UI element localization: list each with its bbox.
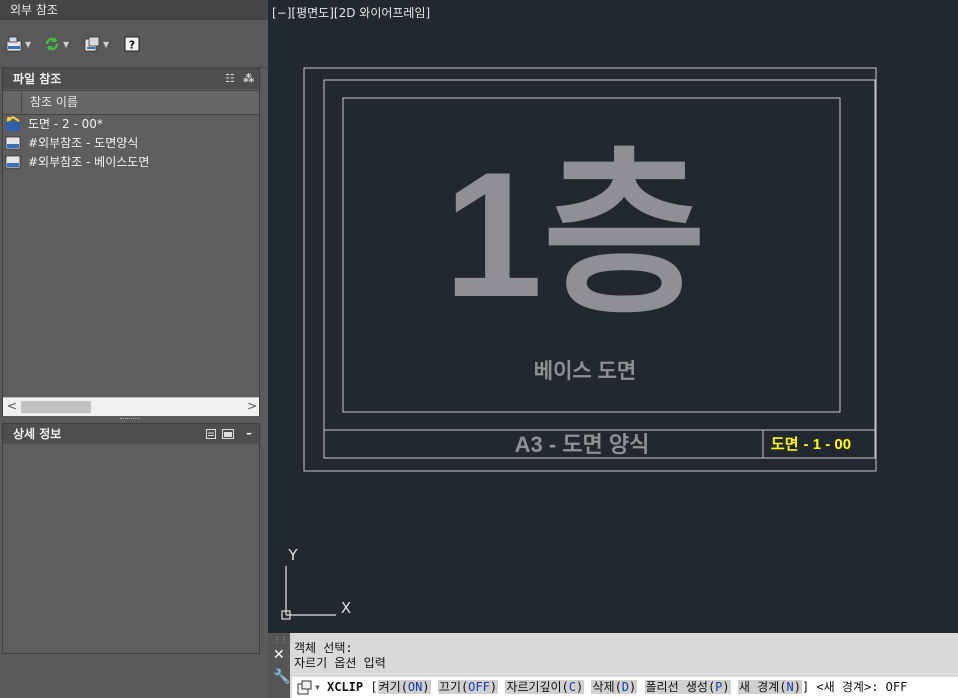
ucs-icon: Y X xyxy=(281,546,351,620)
command-line[interactable]: ▼ XCLIP [켜기(ON) 끄기(OFF) 자르기깊이(C) 삭제(D) 폴… xyxy=(292,677,958,698)
option-key: P xyxy=(715,680,723,694)
grip-icon[interactable]: ⋮⋮⋮ xyxy=(273,635,295,644)
splitter-grip xyxy=(120,418,140,422)
details-panel: 상세 정보 – xyxy=(2,423,260,654)
sheet-number-label: 도면 xyxy=(771,436,799,453)
command-history: 객체 선택: 자르기 옵션 입력 xyxy=(294,641,386,671)
svg-text:?: ? xyxy=(129,39,135,52)
chevron-down-icon[interactable]: ▼ xyxy=(25,40,31,49)
option-label: 켜기 xyxy=(378,680,401,694)
file-references-title: 파일 참조 xyxy=(13,72,62,86)
close-icon[interactable]: ✕ xyxy=(273,647,285,663)
open-bracket: [ xyxy=(370,680,378,694)
refresh-button[interactable]: ▼ xyxy=(44,35,69,53)
reference-item-label: #외부참조 - 베이스도면 xyxy=(28,155,150,169)
scrollbar-thumb[interactable] xyxy=(21,401,91,413)
tree-view-icon[interactable]: ⁂ xyxy=(243,69,254,89)
refresh-icon xyxy=(45,37,59,51)
column-header-label: 참조 이름 xyxy=(21,91,260,114)
dwg-file-icon xyxy=(5,136,21,150)
option-off[interactable]: 끄기(OFF) xyxy=(437,680,499,694)
scroll-right-icon[interactable]: > xyxy=(247,399,257,413)
option-label: 끄기 xyxy=(438,680,461,694)
sheet-number-value: - 1 - 00 xyxy=(804,436,852,453)
palette-toolbar: ▼ ▼ ▼ ? xyxy=(0,21,268,68)
drawing-subtitle: 베이스 도면 xyxy=(534,360,636,383)
panel-splitter[interactable] xyxy=(0,416,268,423)
file-references-panel: 파일 참조 ☷ ⁂ 참조 이름 도면 - 2 - 00* #외부참조 - 도면양… xyxy=(2,68,260,417)
option-label: 자르기깊이 xyxy=(506,680,562,694)
option-label: 새 경계 xyxy=(738,680,780,694)
option-key: OFF xyxy=(468,680,490,694)
chevron-down-icon[interactable]: ▼ xyxy=(63,40,69,49)
prompt-command-name: XCLIP xyxy=(327,680,364,694)
option-new-boundary[interactable]: 새 경계(N) xyxy=(737,680,802,694)
option-label: 폴리선 생성 xyxy=(645,680,708,694)
help-icon: ? xyxy=(124,36,140,52)
dwg-file-icon xyxy=(5,155,21,169)
attach-dwg-icon xyxy=(6,36,22,52)
option-on[interactable]: 켜기(ON) xyxy=(377,680,431,694)
help-button[interactable]: ? xyxy=(124,35,140,53)
option-label: 삭제 xyxy=(592,680,615,694)
reference-item-label: 도면 - 2 - 00* xyxy=(28,117,103,131)
change-path-button[interactable]: ▼ xyxy=(84,35,109,53)
option-polyline[interactable]: 폴리선 생성(P) xyxy=(644,680,731,694)
list-view-icon[interactable]: ☷ xyxy=(225,69,235,89)
external-references-palette: 외부 참조 ▼ ▼ ▼ ? 파일 참조 ☷ ⁂ 참조 이름 도면 - 2 - 0… xyxy=(0,0,268,698)
reference-item-label: #외부참조 - 도면양식 xyxy=(28,136,139,150)
sheet-number: 도면 - 1 - 00 xyxy=(771,436,851,453)
option-key: ON xyxy=(407,680,423,694)
drawing-canvas[interactable]: 1층 베이스 도면 A3 - 도면 양식 도면 - 1 - 00 Y X xyxy=(268,0,958,633)
chevron-down-icon[interactable]: ▼ xyxy=(315,677,320,698)
default-prompt: <새 경계>: xyxy=(816,680,879,694)
history-line: 자르기 옵션 입력 xyxy=(294,656,386,670)
palette-title-bar[interactable]: 외부 참조 xyxy=(0,0,268,20)
option-key: C xyxy=(568,680,576,694)
title-block-text: A3 - 도면 양식 xyxy=(515,432,650,457)
change-path-icon xyxy=(84,36,100,52)
scroll-left-icon[interactable]: < xyxy=(7,399,17,413)
collapse-icon[interactable]: – xyxy=(246,423,252,443)
option-delete[interactable]: 삭제(D) xyxy=(591,680,638,694)
ucs-y-label: Y xyxy=(287,546,298,564)
xclip-command-icon[interactable] xyxy=(297,680,313,695)
command-input-value[interactable]: OFF xyxy=(886,680,908,694)
ucs-x-label: X xyxy=(341,599,351,617)
details-title: 상세 정보 xyxy=(13,427,62,441)
option-key: D xyxy=(621,680,630,694)
drawing-icon xyxy=(6,116,20,131)
customize-wrench-icon[interactable]: 🔧 xyxy=(273,669,290,685)
floor-title: 1층 xyxy=(444,135,707,334)
palette-title: 외부 참조 xyxy=(10,3,58,17)
details-view-icon[interactable] xyxy=(206,429,216,439)
reference-item[interactable]: #외부참조 - 베이스도면 xyxy=(3,153,257,172)
horizontal-scrollbar[interactable]: < > xyxy=(3,397,259,416)
attach-dwg-button[interactable]: ▼ xyxy=(6,35,31,53)
chevron-down-icon[interactable]: ▼ xyxy=(103,40,109,49)
file-references-header: 파일 참조 ☷ ⁂ xyxy=(3,69,259,89)
reference-name-column-header[interactable]: 참조 이름 xyxy=(3,90,259,115)
command-window-side-bar: ⋮⋮⋮ ✕ 🔧 xyxy=(268,633,295,698)
close-bracket: ] xyxy=(801,680,810,694)
preview-icon[interactable] xyxy=(222,429,234,439)
history-line: 객체 선택: xyxy=(294,641,353,655)
option-key: N xyxy=(786,680,794,694)
option-clipdepth[interactable]: 자르기깊이(C) xyxy=(505,680,585,694)
details-header: 상세 정보 – xyxy=(3,424,259,444)
reference-item[interactable]: 도면 - 2 - 00* xyxy=(3,115,257,134)
reference-item[interactable]: #외부참조 - 도면양식 xyxy=(3,134,257,153)
command-prompt-text: XCLIP [켜기(ON) 끄기(OFF) 자르기깊이(C) 삭제(D) 폴리선… xyxy=(327,677,907,698)
